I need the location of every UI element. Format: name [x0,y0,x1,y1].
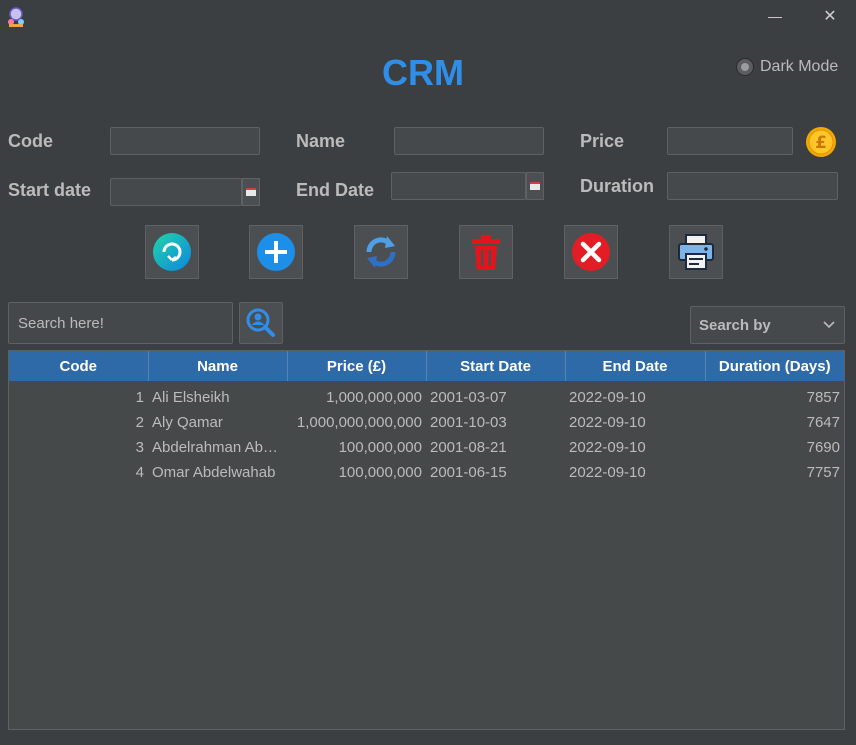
cell-code: 1 [135,389,144,406]
app-icon [6,7,26,27]
cell-end-date: 2022-09-10 [569,439,646,456]
cell-price: 100,000,000 [338,464,422,481]
cell-duration: 7857 [806,389,840,406]
search-input[interactable]: Search here! [8,302,233,344]
close-window-button[interactable]: ✕ [807,0,853,32]
clear-button[interactable] [564,225,618,279]
svg-text:£: £ [815,133,827,153]
table-header-row: Code Name Price (£) Start Date End Date … [9,351,844,381]
update-button[interactable] [354,225,408,279]
start-date-field[interactable] [110,178,242,206]
records-table[interactable]: Code Name Price (£) Start Date End Date … [8,350,845,730]
duration-field[interactable] [667,172,838,200]
table-row[interactable]: 2 Aly Qamar 1,000,000,000,000 2001-10-03… [9,410,844,435]
table-row[interactable]: 3 Abdelrahman Abd... 100,000,000 2001-08… [9,435,844,460]
cell-duration: 7647 [806,414,840,431]
add-icon [257,233,295,271]
calendar-icon [246,188,256,196]
dark-mode-radio[interactable] [736,58,754,76]
cell-code: 4 [135,464,144,481]
end-date-field[interactable] [391,172,526,200]
add-button[interactable] [249,225,303,279]
table-row[interactable]: 4 Omar Abdelwahab 100,000,000 2001-06-15… [9,460,844,485]
print-button[interactable] [669,225,723,279]
column-header-code[interactable]: Code [9,351,149,381]
trash-icon [472,235,500,270]
search-button[interactable] [239,302,283,344]
minimize-button[interactable]: — [752,0,798,32]
duration-label: Duration [580,176,654,196]
pound-coin-icon: £ [805,126,837,158]
cell-start-date: 2001-03-07 [430,389,507,406]
cell-name: Omar Abdelwahab [152,464,276,481]
dark-mode-label: Dark Mode [760,58,839,75]
cell-start-date: 2001-08-21 [430,439,507,456]
cell-duration: 7757 [806,464,840,481]
start-date-label: Start date [8,180,92,200]
name-label: Name [296,131,346,151]
cell-name: Aly Qamar [152,414,223,431]
search-by-select[interactable]: Search by [690,306,845,344]
cell-price: 1,000,000,000,000 [296,414,422,431]
cell-price: 100,000,000 [338,439,422,456]
price-field[interactable] [667,127,793,155]
refresh-icon [153,233,191,271]
delete-button[interactable] [459,225,513,279]
cell-start-date: 2001-10-03 [430,414,507,431]
search-placeholder: Search here! [18,314,104,332]
cell-end-date: 2022-09-10 [569,414,646,431]
minimize-icon: — [768,8,782,24]
cell-code: 3 [135,439,144,456]
cell-price: 1,000,000,000 [326,389,422,406]
cell-name: Ali Elsheikh [152,389,230,406]
name-field[interactable] [394,127,544,155]
table-row[interactable]: 1 Ali Elsheikh 1,000,000,000 2001-03-07 … [9,385,844,410]
search-by-label: Search by [699,316,771,334]
refresh-button[interactable] [145,225,199,279]
chevron-down-icon [823,321,835,329]
page-title: CRM [382,52,464,93]
code-field[interactable] [110,127,260,155]
column-header-price[interactable]: Price (£) [287,351,427,381]
column-header-name[interactable]: Name [148,351,288,381]
column-header-duration[interactable]: Duration (Days) [705,351,844,381]
end-date-picker-button[interactable] [526,172,544,200]
search-user-icon [246,308,275,337]
dark-mode-toggle[interactable]: Dark Mode [736,58,838,76]
cancel-icon [572,233,610,271]
calendar-icon [530,182,540,190]
cell-start-date: 2001-06-15 [430,464,507,481]
cell-end-date: 2022-09-10 [569,464,646,481]
cell-code: 2 [135,414,144,431]
sync-icon [366,236,396,268]
close-icon: ✕ [823,8,837,25]
cell-duration: 7690 [806,439,840,456]
cell-end-date: 2022-09-10 [569,389,646,406]
printer-icon [678,234,714,270]
column-header-start-date[interactable]: Start Date [426,351,566,381]
price-label: Price [580,131,625,151]
column-header-end-date[interactable]: End Date [565,351,706,381]
start-date-picker-button[interactable] [242,178,260,206]
code-label: Code [8,131,53,151]
end-date-label: End Date [296,180,375,200]
cell-name: Abdelrahman Abd... [152,439,284,456]
